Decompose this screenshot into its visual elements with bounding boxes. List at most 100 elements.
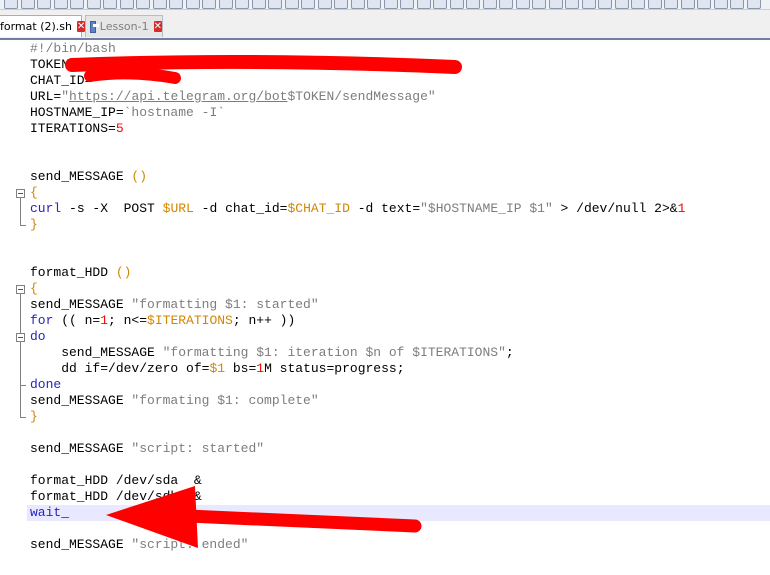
toolbar-button[interactable] — [301, 0, 315, 9]
toolbar-button[interactable] — [383, 0, 398, 9]
toolbar-button[interactable] — [680, 0, 695, 9]
toolbar-button[interactable] — [499, 0, 513, 9]
code-line[interactable]: ITERATIONS=5 — [30, 121, 124, 137]
code-line[interactable]: dd if=/dev/zero of=$1 bs=1M status=progr… — [30, 361, 404, 377]
toolbar-button[interactable] — [103, 0, 117, 9]
code-line[interactable]: format_HDD () — [30, 265, 131, 281]
toolbar-button[interactable] — [235, 0, 249, 9]
code-line[interactable]: curl -s -X POST $URL -d chat_id=$CHAT_ID… — [30, 201, 685, 217]
code-token: send_MESSAGE — [30, 169, 132, 184]
code-line[interactable]: URL="https://api.telegram.org/bot$TOKEN/… — [30, 89, 436, 105]
code-line[interactable]: send_MESSAGE "script: started" — [30, 441, 264, 457]
toolbar-button[interactable] — [119, 0, 134, 9]
code-token: } — [30, 217, 38, 232]
toolbar-button[interactable] — [730, 0, 744, 9]
toolbar-button[interactable] — [185, 0, 200, 9]
code-token: } — [30, 409, 38, 424]
code-token: HOSTNAME_IP= — [30, 105, 124, 120]
code-token: dd if=/dev/zero of= — [30, 361, 210, 376]
toolbar-button[interactable] — [416, 0, 431, 9]
code-line[interactable]: { — [30, 185, 38, 201]
code-line[interactable]: format_HDD /dev/sda & — [30, 473, 202, 489]
toolbar-button[interactable] — [466, 0, 480, 9]
code-line[interactable]: send_MESSAGE "formatting $1: iteration $… — [30, 345, 514, 361]
fold-toggle-icon[interactable] — [16, 285, 25, 294]
code-token: done — [30, 377, 62, 392]
toolbar-button[interactable] — [664, 0, 678, 9]
tab-lesson-1[interactable]: Lesson-1 ✕ — [85, 15, 163, 37]
toolbar-button[interactable] — [86, 0, 101, 9]
code-token: -s -X POST — [61, 201, 163, 216]
toolbar-button[interactable] — [532, 0, 546, 9]
code-line[interactable]: send_MESSAGE "formating $1: complete" — [30, 393, 319, 409]
fold-end — [20, 225, 26, 226]
toolbar-button[interactable] — [334, 0, 348, 9]
toolbar-button[interactable] — [218, 0, 233, 9]
toolbar-button[interactable] — [449, 0, 464, 9]
code-token: format_HDD — [30, 265, 116, 280]
code-line[interactable]: } — [30, 217, 38, 233]
code-token: "formating $1: complete" — [131, 393, 319, 408]
code-token: "script: ended" — [131, 537, 249, 552]
code-token: > /dev/null 2>& — [552, 201, 678, 216]
toolbar-button[interactable] — [350, 0, 365, 9]
toolbar-button[interactable] — [284, 0, 299, 9]
toolbar-button[interactable] — [598, 0, 612, 9]
code-token: https://api.telegram.org/bot — [69, 89, 288, 104]
code-token: `hostname -I` — [123, 105, 226, 120]
close-icon[interactable]: ✕ — [153, 21, 162, 32]
toolbar-button[interactable] — [548, 0, 563, 9]
toolbar-button[interactable] — [367, 0, 381, 9]
toolbar-button[interactable] — [482, 0, 497, 9]
toolbar-button[interactable] — [433, 0, 447, 9]
code-line[interactable]: do — [30, 329, 46, 345]
fold-line — [20, 198, 21, 225]
toolbar-button[interactable] — [614, 0, 629, 9]
fold-toggle-icon[interactable] — [16, 189, 25, 198]
toolbar-button[interactable] — [136, 0, 150, 9]
toolbar-button[interactable] — [20, 0, 35, 9]
toolbar-button[interactable] — [4, 0, 18, 9]
code-token: _ — [61, 505, 70, 520]
toolbar-button[interactable] — [317, 0, 332, 9]
toolbar-button[interactable] — [746, 0, 761, 9]
code-line[interactable]: send_MESSAGE "script: ended" — [30, 537, 248, 553]
tab-format-sh[interactable]: format (2).sh ✕ — [0, 15, 86, 37]
toolbar-button[interactable] — [713, 0, 728, 9]
toolbar-button[interactable] — [251, 0, 266, 9]
toolbar-button[interactable] — [581, 0, 596, 9]
code-token: $1 — [209, 361, 226, 376]
toolbar-button[interactable] — [37, 0, 51, 9]
code-token: send_MESSAGE — [30, 441, 132, 456]
code-editor[interactable]: #!/bin/bash TOKEN= CHAT_ID= URL="https://ap… — [0, 40, 770, 575]
code-line[interactable]: HOSTNAME_IP=`hostname -I` — [30, 105, 225, 121]
code-line[interactable]: done — [30, 377, 61, 393]
fold-toggle-icon[interactable] — [16, 333, 25, 342]
toolbar-button[interactable] — [400, 0, 414, 9]
toolbar-button[interactable] — [515, 0, 530, 9]
code-line[interactable]: TOKEN= — [30, 57, 77, 73]
toolbar-button[interactable] — [631, 0, 645, 9]
code-line[interactable]: } — [30, 409, 38, 425]
code-line[interactable]: format_HDD /dev/sdb & — [30, 489, 202, 505]
code-line[interactable]: for (( n=1; n<=$ITERATIONS; n++ )) — [30, 313, 295, 329]
code-line[interactable]: CHAT_ID= — [30, 73, 92, 89]
code-line[interactable]: { — [30, 281, 38, 297]
toolbar-button[interactable] — [565, 0, 579, 9]
toolbar-button[interactable] — [647, 0, 662, 9]
toolbar-button[interactable] — [169, 0, 183, 9]
code-line[interactable]: send_MESSAGE () — [30, 169, 147, 185]
code-line[interactable]: #!/bin/bash — [30, 41, 116, 57]
toolbar-button[interactable] — [202, 0, 216, 9]
current-line-highlight — [27, 505, 770, 521]
toolbar-button[interactable] — [53, 0, 68, 9]
code-line[interactable]: wait_ — [30, 505, 69, 521]
toolbar-button[interactable] — [70, 0, 84, 9]
code-token: format_HDD /dev/sda & — [30, 473, 202, 488]
code-token: { — [30, 281, 38, 296]
toolbar-button[interactable] — [697, 0, 711, 9]
code-token: TOKEN= — [30, 57, 77, 72]
code-line[interactable]: send_MESSAGE "formatting $1: started" — [30, 297, 319, 313]
toolbar-button[interactable] — [152, 0, 167, 9]
toolbar-button[interactable] — [268, 0, 282, 9]
